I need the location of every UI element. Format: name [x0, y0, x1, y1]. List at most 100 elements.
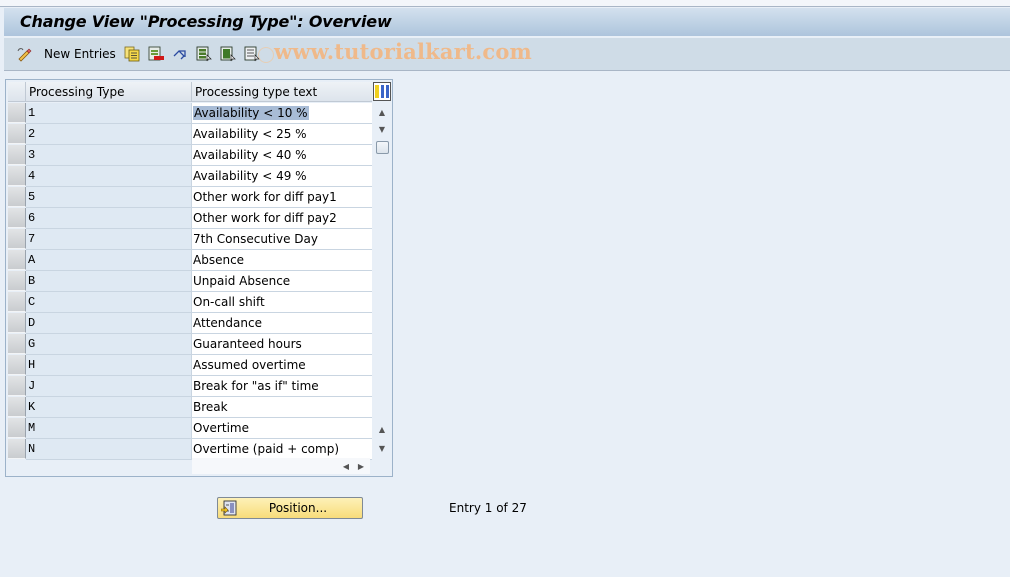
title-bar: Change View "Processing Type": Overview — [4, 8, 1010, 37]
undo-change-button[interactable] — [172, 45, 188, 63]
processing-type-text-field[interactable]: Other work for diff pay1 — [192, 187, 372, 208]
row-selector[interactable] — [8, 187, 26, 207]
delete-icon — [148, 46, 164, 61]
table-row: 6 Other work for diff pay2 — [8, 208, 372, 229]
row-selector[interactable] — [8, 313, 26, 333]
select-all-rows-header[interactable] — [8, 82, 26, 102]
processing-type-cell: 3 — [26, 145, 192, 166]
row-selector[interactable] — [8, 124, 26, 144]
processing-type-text-field[interactable]: Attendance — [192, 313, 372, 334]
delete-button[interactable] — [148, 45, 164, 63]
row-selector[interactable] — [8, 334, 26, 354]
row-selector[interactable] — [8, 250, 26, 270]
new-entries-button[interactable]: New Entries — [44, 45, 116, 63]
processing-type-cell: J — [26, 376, 192, 397]
new-entries-label: New Entries — [44, 47, 116, 61]
undo-change-icon — [173, 50, 186, 60]
processing-type-text-field[interactable]: On-call shift — [192, 292, 372, 313]
processing-type-cell: 6 — [26, 208, 192, 229]
table-row: J Break for "as if" time — [8, 376, 372, 397]
table-row: A Absence — [8, 250, 372, 271]
table-settings-button[interactable] — [373, 82, 391, 101]
processing-type-text-field[interactable]: Break — [192, 397, 372, 418]
display-change-button[interactable] — [16, 45, 32, 63]
select-block-icon — [220, 46, 236, 62]
edit-pencil-icon — [17, 48, 32, 62]
processing-type-text-field[interactable]: Availability < 10 % — [192, 103, 372, 124]
arrow-down-icon: ▼ — [378, 124, 386, 134]
application-toolbar: New Entries www.tutorialkart.com — [4, 38, 1010, 71]
processing-type-text-field[interactable]: Availability < 49 % — [192, 166, 372, 187]
row-selector[interactable] — [8, 229, 26, 249]
table-row: G Guaranteed hours — [8, 334, 372, 355]
row-selector[interactable] — [8, 355, 26, 375]
arrow-up-icon: ▲ — [378, 107, 386, 117]
select-block-button[interactable] — [220, 45, 236, 63]
processing-type-cell: 4 — [26, 166, 192, 187]
table-row: 1 Availability < 10 % — [8, 103, 372, 124]
top-strip — [0, 0, 1010, 7]
arrow-left-icon: ◀ — [342, 461, 350, 471]
table-row: C On-call shift — [8, 292, 372, 313]
row-selector[interactable] — [8, 418, 26, 438]
row-selector[interactable] — [8, 103, 26, 123]
select-all-button[interactable] — [196, 45, 212, 63]
processing-type-cell: 7 — [26, 229, 192, 250]
position-button[interactable]: Position... — [217, 497, 363, 519]
processing-type-cell: 5 — [26, 187, 192, 208]
horizontal-scrollbar[interactable]: ◀ ▶ — [192, 458, 370, 474]
watermark-copyright-icon — [258, 47, 274, 63]
row-selector[interactable] — [8, 208, 26, 228]
position-button-label: Position... — [268, 501, 328, 515]
processing-type-cell: C — [26, 292, 192, 313]
table-body: 1 Availability < 10 % 2 Availability < 25 %… — [8, 103, 372, 460]
row-selector[interactable] — [8, 166, 26, 186]
processing-type-text-field[interactable]: 7th Consecutive Day — [192, 229, 372, 250]
processing-type-cell: H — [26, 355, 192, 376]
table-row: 5 Other work for diff pay1 — [8, 187, 372, 208]
row-selector[interactable] — [8, 271, 26, 291]
column-header-processing-type-text[interactable]: Processing type text — [192, 82, 372, 102]
processing-type-text-field[interactable]: Assumed overtime — [192, 355, 372, 376]
copy-as-button[interactable] — [124, 45, 140, 63]
scroll-right-button[interactable]: ▶ — [355, 459, 367, 473]
row-selector[interactable] — [8, 292, 26, 312]
row-selector[interactable] — [8, 145, 26, 165]
processing-type-cell: D — [26, 313, 192, 334]
page-down-button[interactable]: ▼ — [375, 441, 389, 455]
table-row: B Unpaid Absence — [8, 271, 372, 292]
processing-type-text-field[interactable]: Break for "as if" time — [192, 376, 372, 397]
table-row: 3 Availability < 40 % — [8, 145, 372, 166]
processing-type-text-field[interactable]: Overtime (paid + comp) — [192, 439, 372, 460]
processing-type-text-field[interactable]: Availability < 40 % — [192, 145, 372, 166]
processing-type-text-field[interactable]: Guaranteed hours — [192, 334, 372, 355]
table-row: N Overtime (paid + comp) — [8, 439, 372, 460]
column-header-processing-type[interactable]: Processing Type — [26, 82, 192, 102]
processing-type-text-field[interactable]: Availability < 25 % — [192, 124, 372, 145]
row-selector[interactable] — [8, 397, 26, 417]
processing-type-text-field[interactable]: Absence — [192, 250, 372, 271]
processing-type-text-field[interactable]: Other work for diff pay2 — [192, 208, 372, 229]
processing-type-cell: B — [26, 271, 192, 292]
arrow-up-icon: ▲ — [378, 424, 386, 434]
copy-as-icon — [124, 46, 140, 62]
table-row: 7 7th Consecutive Day — [8, 229, 372, 250]
processing-type-cell: 1 — [26, 103, 192, 124]
processing-type-text-field[interactable]: Unpaid Absence — [192, 271, 372, 292]
table-control: Processing Type Processing type text 1 Av… — [5, 79, 393, 477]
row-selector[interactable] — [8, 376, 26, 396]
table-row: H Assumed overtime — [8, 355, 372, 376]
scroll-thumb[interactable] — [376, 141, 389, 154]
vertical-scrollbar[interactable]: ▲ ▼ ▲ ▼ — [373, 103, 391, 458]
row-selector[interactable] — [8, 439, 26, 459]
scroll-left-button[interactable]: ◀ — [340, 459, 352, 473]
scroll-up-button[interactable]: ▲ — [375, 105, 389, 119]
scroll-down-button[interactable]: ▼ — [375, 122, 389, 136]
page-up-button[interactable]: ▲ — [375, 422, 389, 436]
arrow-down-icon: ▼ — [378, 443, 386, 453]
processing-type-text-field[interactable]: Overtime — [192, 418, 372, 439]
table-row: 2 Availability < 25 % — [8, 124, 372, 145]
arrow-right-icon: ▶ — [357, 461, 365, 471]
table-row: M Overtime — [8, 418, 372, 439]
page-title: Change View "Processing Type": Overview — [20, 12, 392, 31]
